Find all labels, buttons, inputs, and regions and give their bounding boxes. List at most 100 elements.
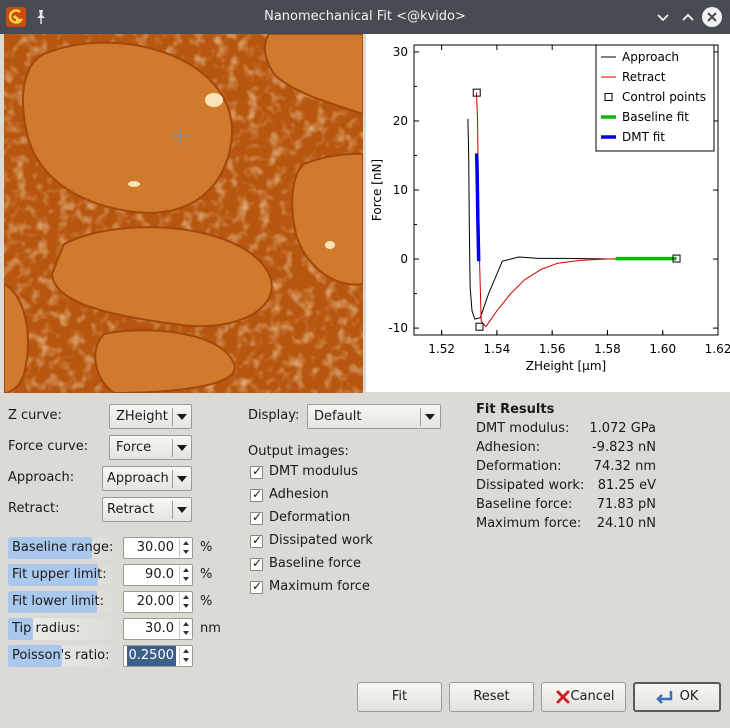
retract-label: Retract: <box>8 501 60 516</box>
maximize-icon[interactable] <box>680 9 696 25</box>
x-tick-label: 1.56 <box>539 342 566 356</box>
result-value: 74.32 nm <box>593 459 656 474</box>
adhesion-option-label[interactable]: Adhesion <box>269 487 329 502</box>
fit-button-label: Fit <box>391 689 408 704</box>
cancel-button[interactable]: Cancel <box>541 682 626 712</box>
dmt-modulus-checkbox[interactable] <box>250 464 263 479</box>
y-tick-label: 20 <box>393 114 408 128</box>
minimize-icon[interactable] <box>655 9 671 25</box>
increment-icon[interactable] <box>179 566 191 575</box>
decrement-icon[interactable] <box>179 629 191 638</box>
fit-lower-limit-unit: % <box>200 594 213 609</box>
fit-lower-limit-value: 20.00 <box>136 594 174 609</box>
baseline-force-checkbox[interactable] <box>250 556 263 571</box>
title-bar: Nanomechanical Fit <@kvido> <box>0 0 730 34</box>
force-curve-value: Force <box>116 440 152 455</box>
legend-label: Approach <box>622 50 679 64</box>
result-value: 81.25 eV <box>597 478 656 493</box>
baseline-range-spinbox[interactable]: 30.00 <box>123 537 193 559</box>
output-images-title: Output images: <box>248 444 349 459</box>
x-tick-label: 1.52 <box>428 342 455 356</box>
x-tick-label: 1.54 <box>484 342 511 356</box>
y-tick-label: 0 <box>400 252 408 266</box>
fit-upper-limit-value: 90.0 <box>145 567 174 582</box>
legend-label: Baseline fit <box>622 110 689 124</box>
y-tick-label: -10 <box>388 321 408 335</box>
z-curve-select[interactable]: ZHeight <box>109 404 192 429</box>
chevron-down-icon <box>177 476 187 482</box>
decrement-icon[interactable] <box>179 602 191 611</box>
fit-results-title: Fit Results <box>476 402 555 417</box>
x-tick-label: 1.60 <box>649 342 676 356</box>
result-value: 1.072 GPa <box>589 421 656 436</box>
force-curve-label: Force curve: <box>8 439 89 454</box>
x-axis-label: ZHeight [µm] <box>526 359 606 373</box>
z-curve-value: ZHeight <box>116 409 168 424</box>
baseline-range-unit: % <box>200 540 213 555</box>
plot-legend: Approach Retract Control points Baseline fi… <box>595 44 715 152</box>
y-axis-label: Force [nN] <box>370 159 384 221</box>
result-label: Adhesion: <box>476 440 541 455</box>
approach-value: Approach <box>107 471 169 486</box>
ok-button[interactable]: OK <box>633 682 721 712</box>
dmt-modulus-option-label[interactable]: DMT modulus <box>269 464 358 479</box>
increment-icon[interactable] <box>179 647 191 656</box>
maximum-force-option-label[interactable]: Maximum force <box>269 579 370 594</box>
result-label: DMT modulus: <box>476 421 570 436</box>
result-value: 24.10 nN <box>596 516 656 531</box>
chevron-down-icon <box>177 507 187 513</box>
control-point <box>475 322 484 331</box>
dissipated-work-checkbox[interactable] <box>250 533 263 548</box>
close-icon[interactable] <box>702 7 722 27</box>
poissons-ratio-label: Poisson's ratio: <box>8 645 120 667</box>
display-label: Display: <box>248 408 300 423</box>
result-label: Baseline force: <box>476 497 573 512</box>
approach-select[interactable]: Approach <box>102 466 192 491</box>
fit-lower-limit-spinbox[interactable]: 20.00 <box>123 591 193 613</box>
fit-upper-limit-unit: % <box>200 567 213 582</box>
force-curve-select[interactable]: Force <box>109 435 192 460</box>
adhesion-checkbox[interactable] <box>250 487 263 502</box>
increment-icon[interactable] <box>179 620 191 629</box>
tip-radius-unit: nm <box>200 621 221 636</box>
decrement-icon[interactable] <box>179 656 191 665</box>
fit-button[interactable]: Fit <box>357 682 442 712</box>
poissons-ratio-spinbox[interactable]: 0.2500 <box>123 645 193 667</box>
result-value: 71.83 pN <box>596 497 656 512</box>
fit-upper-limit-spinbox[interactable]: 90.0 <box>123 564 193 586</box>
legend-label: Control points <box>622 90 706 104</box>
x-tick-label: 1.58 <box>594 342 621 356</box>
chevron-down-icon <box>425 414 435 420</box>
retract-select[interactable]: Retract <box>102 497 192 522</box>
decrement-icon[interactable] <box>179 575 191 584</box>
y-tick-label: 30 <box>393 45 408 59</box>
afm-topography-image[interactable] <box>4 34 363 393</box>
fit-lower-limit-label: Fit lower limit: <box>8 591 120 613</box>
retract-value: Retract <box>107 502 155 517</box>
deformation-checkbox[interactable] <box>250 510 263 525</box>
enter-icon <box>656 691 673 704</box>
dissipated-work-option-label[interactable]: Dissipated work <box>269 533 373 548</box>
approach-label: Approach: <box>8 470 75 485</box>
increment-icon[interactable] <box>179 593 191 602</box>
reset-button[interactable]: Reset <box>449 682 534 712</box>
force-curve-plot[interactable]: 1.52 1.54 1.56 1.58 1.60 1.62 -10 0 10 20 30 ZHeigh… <box>366 34 730 392</box>
chevron-down-icon <box>177 445 187 451</box>
x-tick-label: 1.62 <box>705 342 730 356</box>
fit-upper-limit-label: Fit upper limit: <box>8 564 120 586</box>
increment-icon[interactable] <box>179 539 191 548</box>
poissons-ratio-value: 0.2500 <box>126 646 176 666</box>
window-title: Nanomechanical Fit <@kvido> <box>264 9 466 24</box>
deformation-option-label[interactable]: Deformation <box>269 510 350 525</box>
baseline-force-option-label[interactable]: Baseline force <box>269 556 361 571</box>
result-value: -9.823 nN <box>591 440 656 455</box>
maximum-force-checkbox[interactable] <box>250 579 263 594</box>
display-select[interactable]: Default <box>307 404 441 429</box>
z-curve-label: Z curve: <box>8 408 62 423</box>
y-tick-label: 10 <box>393 183 408 197</box>
dmt-fit-line <box>474 153 481 262</box>
decrement-icon[interactable] <box>179 548 191 557</box>
cancel-icon <box>556 690 570 704</box>
tip-radius-spinbox[interactable]: 30.0 <box>123 618 193 640</box>
tip-radius-label: Tip radius: <box>8 618 120 640</box>
